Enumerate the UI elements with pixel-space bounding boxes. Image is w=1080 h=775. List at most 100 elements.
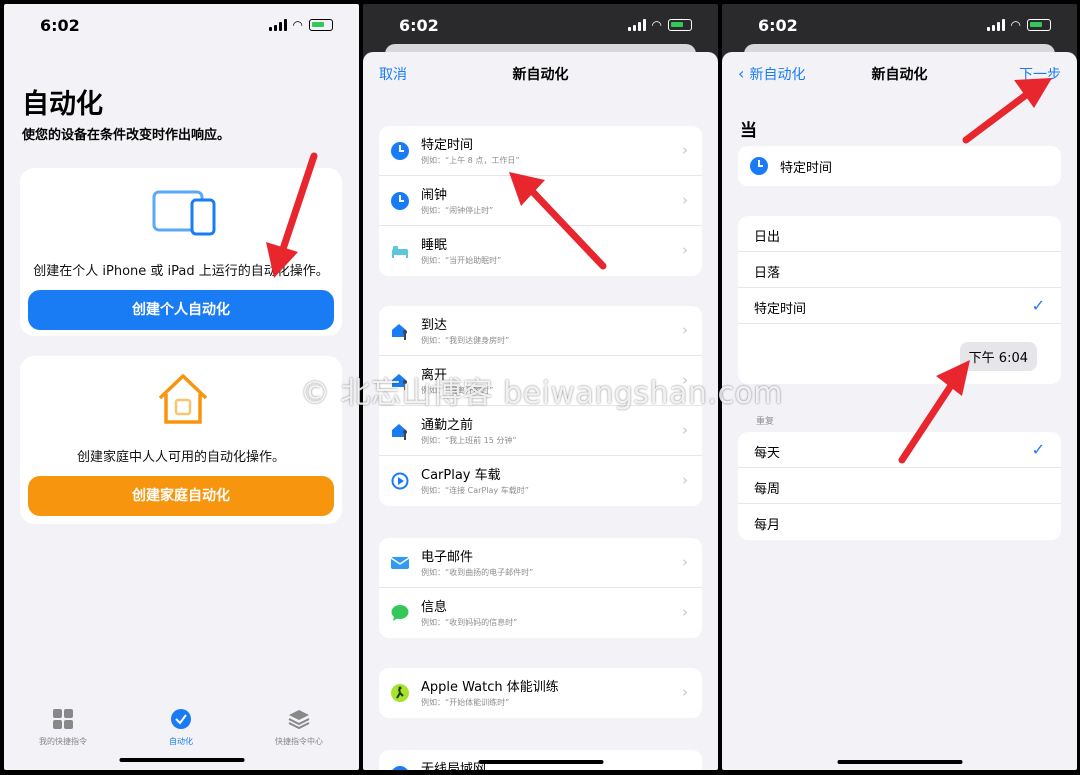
repeat-monthly[interactable]: 每月 [738, 504, 1061, 540]
chevron-right-icon: › [682, 191, 688, 209]
item-title: 闹钟 [421, 188, 448, 203]
signal-icon [268, 19, 287, 31]
create-personal-automation-button[interactable]: 创建个人自动化 [28, 290, 334, 330]
next-button[interactable]: 下一步 [1019, 64, 1061, 84]
status-time: 6:02 [758, 16, 798, 35]
workout-icon [391, 684, 409, 702]
clock-icon [750, 157, 768, 175]
cancel-button[interactable]: 取消 [379, 64, 407, 84]
option-label: 特定时间 [754, 302, 807, 317]
item-subtitle: 例如：“闹钟停止时” [421, 206, 494, 215]
trigger-label: 特定时间 [780, 161, 833, 176]
signal-icon [986, 19, 1005, 31]
item-title: Apple Watch 体能训练 [421, 680, 559, 695]
page-subtitle: 使您的设备在条件改变时作出响应。 [22, 128, 231, 143]
repeat-weekly[interactable]: 每周 [738, 468, 1061, 504]
status-bar: 6:02 ◠ [363, 4, 718, 48]
house-person-icon [392, 424, 407, 440]
time-triggers-group: 特定时间 例如：“上午 8 点，工作日” › 闹钟 例如：“闹钟停止时” › 睡… [379, 126, 702, 276]
option-label: 每周 [754, 482, 781, 497]
grid-icon [53, 709, 73, 729]
list-item[interactable]: 睡眠 例如：“当开始助眠时” › [379, 226, 702, 276]
item-title: 特定时间 [421, 138, 474, 153]
nav-bar: ‹ 新自动化 新自动化 下一步 [722, 64, 1077, 92]
status-bar: 6:02 ◠ [722, 4, 1077, 48]
battery-icon [1027, 19, 1051, 31]
item-title: 通勤之前 [421, 418, 474, 433]
repeat-daily[interactable]: 每天 ✓ [738, 432, 1061, 468]
chevron-left-icon: ‹ [738, 64, 750, 83]
home-automation-card: 创建家庭中人人可用的自动化操作。 创建家庭自动化 [20, 356, 342, 524]
tab-bar: 我的快捷指令 自动化 快捷指令中心 [4, 700, 359, 770]
wifi-icon: ◠ [1010, 18, 1021, 32]
create-home-automation-button[interactable]: 创建家庭自动化 [28, 476, 334, 516]
home-icon [158, 374, 208, 424]
option-label: 每月 [754, 518, 781, 533]
ipad-iphone-icon [152, 190, 216, 236]
wifi-icon [392, 766, 408, 770]
layers-icon [288, 710, 310, 730]
chevron-right-icon: › [682, 553, 688, 571]
signal-icon [627, 19, 646, 31]
home-indicator [119, 758, 244, 762]
checkmark-icon: ✓ [1031, 296, 1045, 315]
item-subtitle: 例如：“我到达健身房时” [421, 336, 510, 345]
tab-label: 自动化 [169, 737, 193, 746]
list-item[interactable]: 闹钟 例如：“闹钟停止时” › [379, 176, 702, 226]
watermark: © 北忘山博客 beiwangshan.com [300, 376, 784, 411]
list-item[interactable]: 电子邮件 例如：“收到曲扬的电子邮件时” › [379, 538, 702, 588]
list-item[interactable]: 通勤之前 例如：“我上班前 15 分钟” › [379, 406, 702, 456]
chevron-right-icon: › [682, 683, 688, 701]
chevron-right-icon: › [682, 241, 688, 259]
list-item[interactable]: 到达 例如：“我到达健身房时” › [379, 306, 702, 356]
option-time-of-day[interactable]: 特定时间 ✓ [738, 288, 1061, 324]
item-subtitle: 例如：“收到曲扬的电子邮件时” [421, 568, 534, 577]
list-item[interactable]: CarPlay 车载 例如：“连接 CarPlay 车载时” › [379, 456, 702, 506]
clock-icon [391, 192, 409, 210]
back-label: 新自动化 [749, 67, 806, 83]
section-when-label: 当 [740, 121, 757, 141]
clock-icon [391, 142, 409, 160]
chevron-right-icon: › [682, 471, 688, 489]
item-title: CarPlay 车载 [421, 468, 501, 483]
workout-triggers-group: Apple Watch 体能训练 例如：“开始体能训练时” › [379, 668, 702, 718]
tab-label: 我的快捷指令 [39, 737, 87, 746]
nav-title: 新自动化 [512, 67, 569, 83]
status-time: 6:02 [40, 16, 80, 35]
personal-desc: 创建在个人 iPhone 或 iPad 上运行的自动化操作。 [33, 264, 329, 279]
item-subtitle: 例如：“我上班前 15 分钟” [421, 436, 517, 445]
list-item[interactable]: 特定时间 例如：“上午 8 点，工作日” › [379, 126, 702, 176]
item-title: 信息 [421, 600, 448, 615]
item-title: 到达 [421, 318, 448, 333]
tab-gallery[interactable]: 快捷指令中心 [249, 708, 349, 747]
item-subtitle: 例如：“上午 8 点，工作日” [421, 156, 520, 165]
repeat-header: 重复 [756, 417, 775, 427]
item-subtitle: 例如：“收到妈妈的信息时” [421, 618, 518, 627]
checkmark-icon: ✓ [1031, 440, 1045, 459]
item-title: 无线局域网 [421, 762, 487, 770]
home-indicator [478, 760, 603, 764]
chevron-right-icon: › [682, 141, 688, 159]
page-title: 自动化 [22, 89, 103, 120]
list-item[interactable]: Apple Watch 体能训练 例如：“开始体能训练时” › [379, 668, 702, 718]
item-subtitle: 例如：“开始体能训练时” [421, 698, 510, 707]
back-button[interactable]: ‹ 新自动化 [738, 64, 805, 84]
tab-automation[interactable]: 自动化 [131, 708, 231, 747]
battery-icon [309, 19, 333, 31]
carplay-icon [391, 472, 409, 490]
bed-icon [392, 246, 408, 258]
list-item[interactable]: 信息 例如：“收到妈妈的信息时” › [379, 588, 702, 638]
nav-bar: 取消 新自动化 [363, 64, 718, 92]
option-sunset[interactable]: 日落 [738, 252, 1061, 288]
option-sunrise[interactable]: 日出 [738, 216, 1061, 252]
repeat-options-group: 每天 ✓ 每周 每月 [738, 432, 1061, 540]
automation-icon [171, 709, 191, 729]
trigger-summary: 特定时间 [738, 146, 1061, 186]
tab-my-shortcuts[interactable]: 我的快捷指令 [13, 708, 113, 747]
item-title: 睡眠 [421, 238, 448, 253]
message-triggers-group: 电子邮件 例如：“收到曲扬的电子邮件时” › 信息 例如：“收到妈妈的信息时” … [379, 538, 702, 638]
item-subtitle: 例如：“当开始助眠时” [421, 256, 502, 265]
time-picker-button[interactable]: 下午 6:04 [959, 342, 1037, 371]
chevron-right-icon: › [682, 321, 688, 339]
house-person-icon [392, 324, 407, 340]
